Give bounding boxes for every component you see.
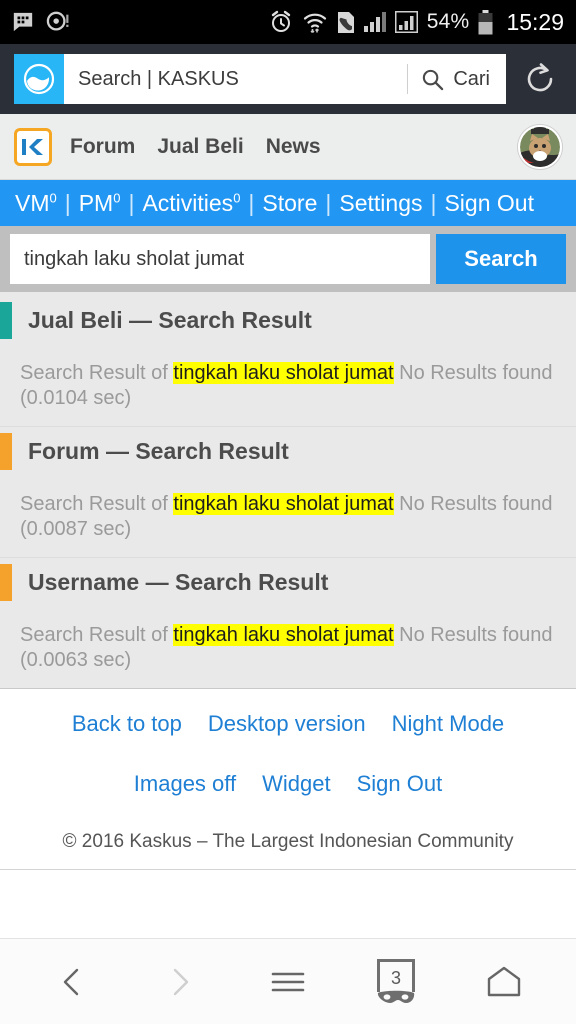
avatar[interactable]: [518, 124, 562, 169]
result-title-jual-beli: Jual Beli — Search Result: [28, 307, 312, 333]
phone-screen: 54% 15:29 Search | KASKUS Cari Forum Jua…: [0, 0, 576, 1024]
status-right-icons: 54% 15:29: [269, 9, 564, 36]
search-bar: Search: [0, 226, 576, 292]
forward-arrow-icon: [145, 947, 215, 1017]
browser-bottom-nav: 3: [0, 938, 576, 1024]
sim-card-icon: [337, 11, 355, 34]
utility-separator: |: [325, 189, 332, 216]
incognito-mask-icon: [376, 989, 416, 1005]
page-whitespace: [0, 869, 576, 938]
nav-item-jual-beli[interactable]: Jual Beli: [157, 135, 243, 159]
utility-label-activities: Activities: [142, 189, 234, 216]
result-query-highlight: tingkah laku sholat jumat: [173, 361, 394, 384]
result-suffix: No Results found: [393, 361, 553, 384]
url-bar[interactable]: Search | KASKUS Cari: [14, 54, 506, 104]
footer-link-sign-out[interactable]: Sign Out: [357, 771, 443, 797]
signal-bars-boxed-icon: [394, 11, 418, 33]
result-body-username: Search Result of tingkah laku sholat jum…: [0, 623, 576, 674]
browser-search-shortcut[interactable]: Cari: [408, 68, 506, 91]
search-icon: [421, 68, 444, 91]
result-block-username: Username — Search Result Search Result o…: [0, 558, 576, 688]
tabs-icon[interactable]: 3: [361, 947, 431, 1017]
utility-separator: |: [430, 189, 437, 216]
back-arrow-icon[interactable]: [37, 947, 107, 1017]
result-time-jual-beli: (0.0104 sec): [20, 387, 132, 410]
site-nav: Forum Jual Beli News: [70, 135, 321, 159]
tab-box: 3: [377, 958, 415, 992]
site-footer: Back to top Desktop version Night Mode I…: [0, 688, 576, 870]
battery-percent: 54%: [426, 10, 470, 33]
kaskus-k-logo[interactable]: [14, 127, 52, 166]
footer-links-row-2: Images off Widget Sign Out: [0, 771, 576, 797]
footer-link-widget[interactable]: Widget: [262, 771, 330, 797]
accent-bar-forum: [0, 432, 12, 470]
footer-link-desktop-version[interactable]: Desktop version: [208, 711, 366, 737]
uc-browser-icon: [14, 54, 64, 104]
disc-alert-icon: [46, 11, 70, 33]
search-input[interactable]: [10, 234, 430, 284]
result-suffix: No Results found: [393, 492, 553, 515]
alarm-icon: [269, 10, 293, 34]
utility-separator: |: [64, 189, 71, 216]
browser-toolbar: Search | KASKUS Cari: [0, 44, 576, 114]
utility-item-activities[interactable]: Activities0: [135, 190, 247, 217]
utility-nav: VM0 | PM0 | Activities0 | Store | Settin…: [0, 180, 576, 226]
footer-link-images-off[interactable]: Images off: [134, 771, 236, 797]
result-header: Jual Beli — Search Result: [0, 302, 576, 339]
reload-icon[interactable]: [518, 61, 562, 97]
footer-links-row-1: Back to top Desktop version Night Mode: [0, 711, 576, 737]
utility-item-pm[interactable]: PM0: [72, 190, 128, 217]
result-title-username: Username — Search Result: [28, 568, 329, 595]
page-title-text: Search | KASKUS: [78, 67, 239, 90]
utility-separator: |: [248, 189, 255, 216]
status-clock: 15:29: [506, 8, 564, 35]
utility-separator: |: [128, 189, 135, 216]
tab-count-label: 3: [390, 967, 401, 988]
result-body-forum: Search Result of tingkah laku sholat jum…: [0, 492, 576, 543]
result-title-forum: Forum — Search Result: [28, 437, 289, 464]
utility-item-store[interactable]: Store: [255, 190, 324, 217]
result-time-username: (0.0063 sec): [20, 649, 132, 672]
search-button[interactable]: Search: [436, 234, 566, 284]
result-body-jual-beli: Search Result of tingkah laku sholat jum…: [0, 361, 576, 412]
result-query-highlight: tingkah laku sholat jumat: [173, 623, 394, 646]
result-prefix: Search Result of: [20, 492, 174, 515]
nav-item-news[interactable]: News: [266, 135, 321, 159]
android-status-bar: 54% 15:29: [0, 0, 576, 44]
result-time-forum: (0.0087 sec): [20, 518, 132, 541]
search-results: Jual Beli — Search Result Search Result …: [0, 292, 576, 689]
footer-link-back-to-top[interactable]: Back to top: [72, 711, 182, 737]
menu-icon[interactable]: [253, 947, 323, 1017]
footer-link-night-mode[interactable]: Night Mode: [392, 711, 505, 737]
result-block-jual-beli: Jual Beli — Search Result Search Result …: [0, 296, 576, 426]
status-left-icons: [12, 11, 70, 33]
tab-counter: 3: [374, 958, 418, 1005]
wifi-icon: [302, 10, 328, 34]
utility-label-pm: PM: [78, 189, 114, 216]
utility-count-vm: 0: [49, 189, 57, 205]
home-icon[interactable]: [469, 947, 539, 1017]
utility-count-activities: 0: [233, 189, 241, 205]
result-prefix: Search Result of: [20, 361, 174, 384]
result-block-forum: Forum — Search Result Search Result of t…: [0, 427, 576, 557]
search-shortcut-label: Cari: [453, 67, 490, 90]
utility-item-vm[interactable]: VM0: [8, 190, 64, 217]
utility-item-settings[interactable]: Settings: [332, 190, 429, 217]
nav-item-forum[interactable]: Forum: [70, 135, 135, 159]
signal-bars-icon: [363, 12, 386, 32]
battery-icon: [478, 9, 493, 35]
utility-item-sign-out[interactable]: Sign Out: [437, 190, 541, 217]
utility-label-vm: VM: [15, 189, 50, 216]
site-header: Forum Jual Beli News: [0, 114, 576, 180]
bbm-chat-icon: [12, 11, 34, 33]
utility-count-pm: 0: [113, 189, 121, 205]
result-header: Forum — Search Result: [0, 432, 576, 470]
copyright-text: © 2016 Kaskus – The Largest Indonesian C…: [0, 831, 576, 870]
result-query-highlight: tingkah laku sholat jumat: [173, 492, 394, 515]
result-header: Username — Search Result: [0, 563, 576, 601]
accent-bar-username: [0, 563, 12, 601]
result-prefix: Search Result of: [20, 623, 174, 646]
result-suffix: No Results found: [393, 623, 553, 646]
accent-bar-jual-beli: [0, 302, 12, 339]
